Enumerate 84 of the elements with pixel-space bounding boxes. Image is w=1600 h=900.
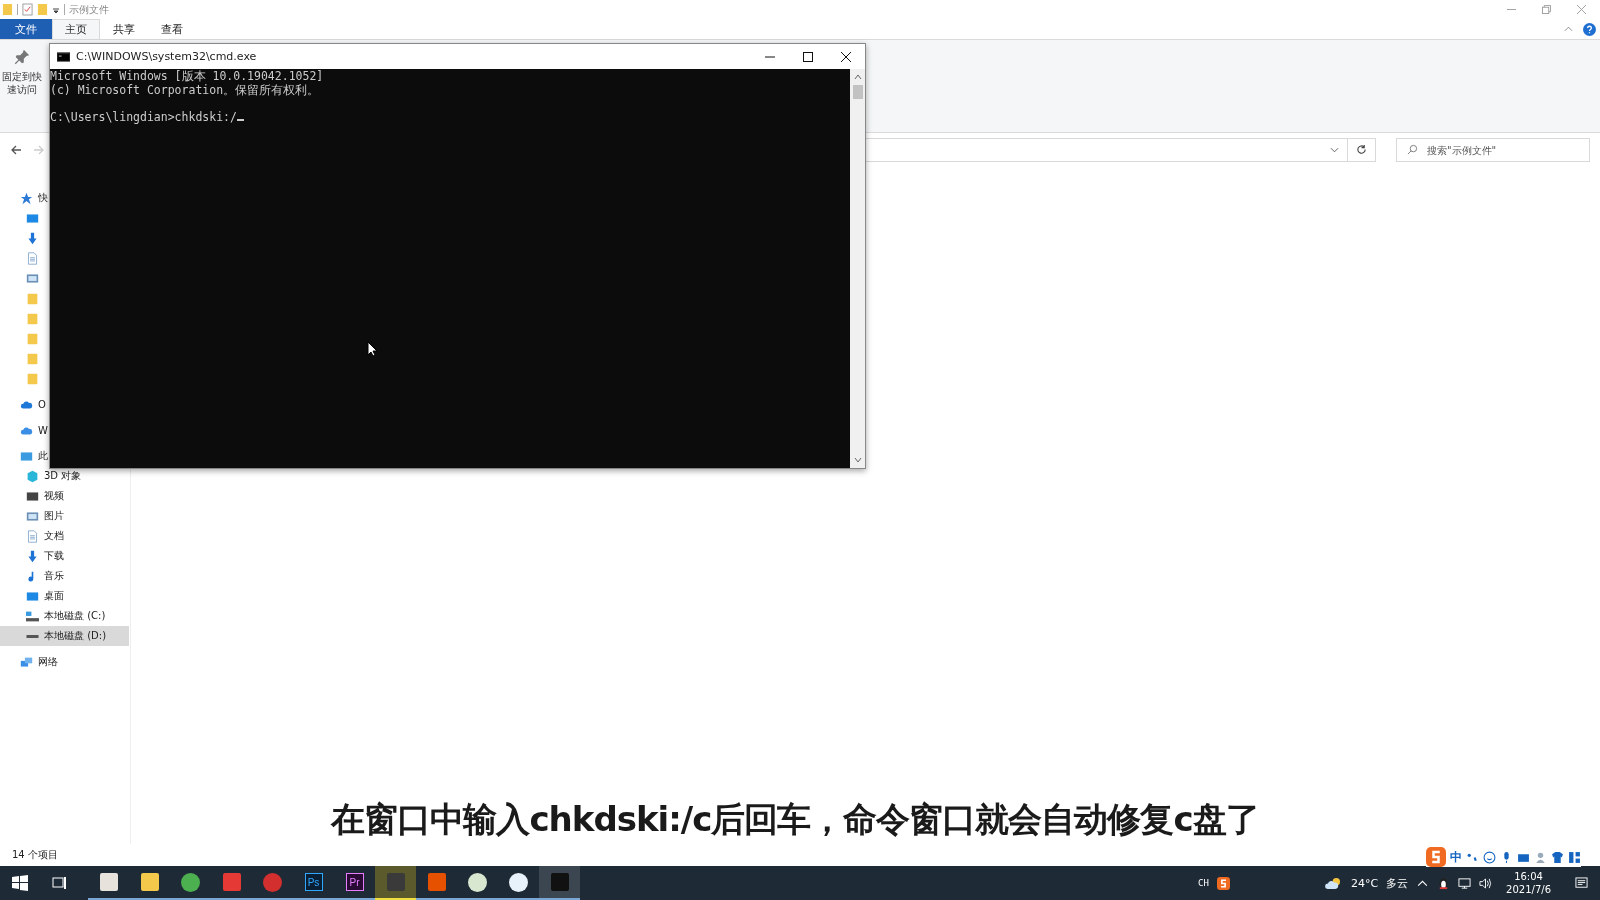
- help-icon[interactable]: [1583, 22, 1596, 36]
- down-arrow-icon: [26, 231, 39, 245]
- folder-icon: [26, 371, 39, 385]
- text-cursor: [236, 118, 244, 121]
- window-title: C:\WINDOWS\system32\cmd.exe: [76, 50, 257, 63]
- refresh-button[interactable]: [1348, 138, 1376, 162]
- drive-icon: [26, 634, 39, 638]
- console-text: Microsoft Windows [版本 10.0.19042.1052]: [50, 70, 325, 84]
- ime-logo-icon[interactable]: [1216, 876, 1230, 890]
- notification-icon[interactable]: [1575, 876, 1588, 890]
- folder-icon: [26, 311, 39, 325]
- document-icon: [26, 251, 39, 265]
- nav-item[interactable]: 3D 对象: [0, 466, 84, 486]
- chevron-down-icon[interactable]: [1330, 147, 1339, 153]
- nav-item[interactable]: 音乐: [0, 566, 66, 586]
- search-icon: [1407, 144, 1418, 155]
- nav-item[interactable]: W: [0, 420, 50, 440]
- properties-icon[interactable]: [22, 3, 33, 16]
- nav-item[interactable]: 快: [0, 188, 50, 208]
- nav-item[interactable]: 本地磁盘 (C:): [0, 606, 108, 626]
- clock-time[interactable]: 16:04: [1514, 870, 1543, 883]
- ribbon-tab[interactable]: 共享: [100, 19, 148, 39]
- scroll-down-icon[interactable]: [852, 456, 863, 464]
- nav-item[interactable]: 视频: [0, 486, 66, 506]
- task-view-icon[interactable]: [52, 875, 68, 891]
- film-icon: [26, 489, 39, 503]
- temperature[interactable]: 24°C: [1350, 876, 1379, 890]
- nav-item[interactable]: O: [0, 394, 48, 414]
- dropdown-icon[interactable]: [52, 5, 60, 14]
- cloud-icon[interactable]: [1323, 876, 1343, 890]
- star-icon: [20, 191, 33, 205]
- smiley-icon[interactable]: [1483, 850, 1496, 864]
- taskbar-app[interactable]: [539, 866, 580, 900]
- scroll-thumb[interactable]: [852, 85, 863, 99]
- maximize-icon[interactable]: [803, 51, 813, 62]
- drive-icon: [26, 609, 39, 623]
- taskbar-app[interactable]: Ps: [293, 866, 334, 900]
- windows-start-icon[interactable]: [12, 875, 28, 891]
- scroll-up-icon[interactable]: [852, 73, 863, 81]
- nav-item[interactable]: 文档: [0, 526, 66, 546]
- network-icon: [20, 655, 33, 669]
- nav-item[interactable]: 此: [0, 446, 50, 466]
- refresh-icon: [1356, 143, 1367, 155]
- folder-icon: [26, 351, 39, 365]
- grid-icon[interactable]: [1568, 850, 1581, 864]
- picture-icon: [26, 271, 39, 285]
- clock-date[interactable]: 2021/7/6: [1506, 883, 1551, 896]
- nav-item[interactable]: 图片: [0, 506, 66, 526]
- desktop-icon: [26, 211, 39, 225]
- language-indicator[interactable]: CH: [1198, 878, 1209, 888]
- pin-to-quick-access-button[interactable]: 固定到快速访问: [0, 40, 44, 132]
- restore-icon[interactable]: [1542, 5, 1551, 14]
- console-icon: [57, 51, 70, 62]
- file-tab[interactable]: 文件: [0, 19, 52, 39]
- command-prompt[interactable]: C:\Users\lingdian>chkdski:/: [50, 109, 237, 124]
- console-text: (c) Microsoft Corporation。保留所有权利。: [50, 83, 321, 97]
- folder-icon: [26, 331, 39, 345]
- ribbon-tab[interactable]: 主页: [52, 19, 100, 39]
- input-mode[interactable]: 中: [1450, 848, 1462, 866]
- shirt-icon[interactable]: [1551, 850, 1564, 864]
- nav-item[interactable]: 下载: [0, 546, 66, 566]
- monitor-icon: [20, 449, 33, 463]
- subtitle-caption: 在窗口中输入chkdski:/c后回车，命令窗口就会自动修复c盘了: [329, 798, 1260, 841]
- search-field[interactable]: 搜索"示例文件": [1396, 138, 1590, 162]
- weather-text[interactable]: 多云: [1386, 875, 1409, 891]
- speaker-icon[interactable]: [1479, 876, 1493, 890]
- picture-icon: [26, 509, 39, 523]
- window-title: 示例文件: [69, 2, 109, 17]
- folder-icon: [26, 291, 39, 305]
- document-icon: [26, 529, 39, 543]
- network-icon[interactable]: [1458, 876, 1472, 890]
- nav-item[interactable]: 桌面: [0, 586, 66, 606]
- pin-icon: [13, 48, 31, 66]
- item-count: 14 个项目: [12, 848, 58, 862]
- mouse-pointer-icon: [367, 341, 377, 357]
- ribbon-tab[interactable]: 查看: [148, 19, 196, 39]
- back-arrow-icon[interactable]: [10, 144, 22, 156]
- nav-item[interactable]: 本地磁盘 (D:): [0, 626, 129, 646]
- nav-item[interactable]: 网络: [0, 652, 60, 672]
- desktop-icon: [26, 589, 39, 603]
- down-arrow-icon: [26, 549, 39, 563]
- scrollbar[interactable]: [850, 69, 865, 468]
- cube-icon: [26, 469, 39, 483]
- close-icon[interactable]: [841, 51, 851, 62]
